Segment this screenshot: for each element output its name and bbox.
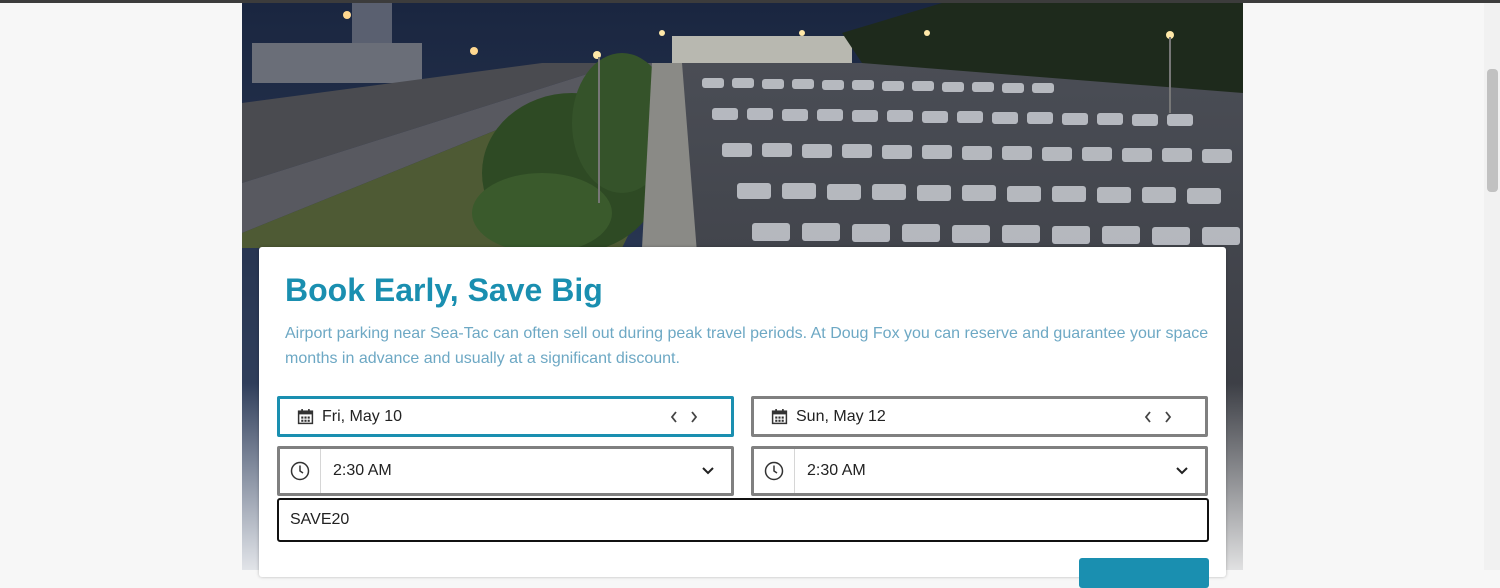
page-scrollbar[interactable]	[1484, 3, 1500, 570]
pickup-date-field[interactable]: Sun, May 12	[751, 396, 1208, 437]
pickup-date-arrows	[1140, 407, 1180, 427]
chevron-right-icon[interactable]	[1160, 407, 1176, 427]
chevron-left-icon[interactable]	[666, 407, 682, 427]
chevron-left-icon[interactable]	[1140, 407, 1156, 427]
chevron-down-icon	[1176, 467, 1188, 475]
clock-icon	[764, 461, 784, 481]
chevron-right-icon[interactable]	[686, 407, 702, 427]
dropoff-date-value: Fri, May 10	[322, 408, 403, 425]
pickup-time-select[interactable]: 2:30 AM	[751, 446, 1208, 496]
booking-title: Book Early, Save Big	[285, 272, 603, 308]
pickup-date-value: Sun, May 12	[796, 408, 886, 425]
pickup-time-value: 2:30 AM	[807, 462, 866, 479]
calendar-icon	[297, 409, 314, 425]
dropoff-date-field[interactable]: Fri, May 10	[277, 396, 734, 437]
dropoff-time-select[interactable]: 2:30 AM	[277, 446, 734, 496]
scrollbar-thumb[interactable]	[1487, 69, 1498, 192]
dropoff-time-icon-cell	[280, 449, 321, 493]
submit-button[interactable]	[1079, 558, 1209, 588]
dropoff-time-value: 2:30 AM	[333, 462, 392, 479]
calendar-icon	[771, 409, 788, 425]
chevron-down-icon	[702, 467, 714, 475]
promo-code-input[interactable]	[277, 498, 1209, 542]
booking-description: Airport parking near Sea-Tac can often s…	[285, 325, 1209, 367]
clock-icon	[290, 461, 310, 481]
dropoff-date-arrows	[666, 407, 706, 427]
pickup-time-icon-cell	[754, 449, 795, 493]
